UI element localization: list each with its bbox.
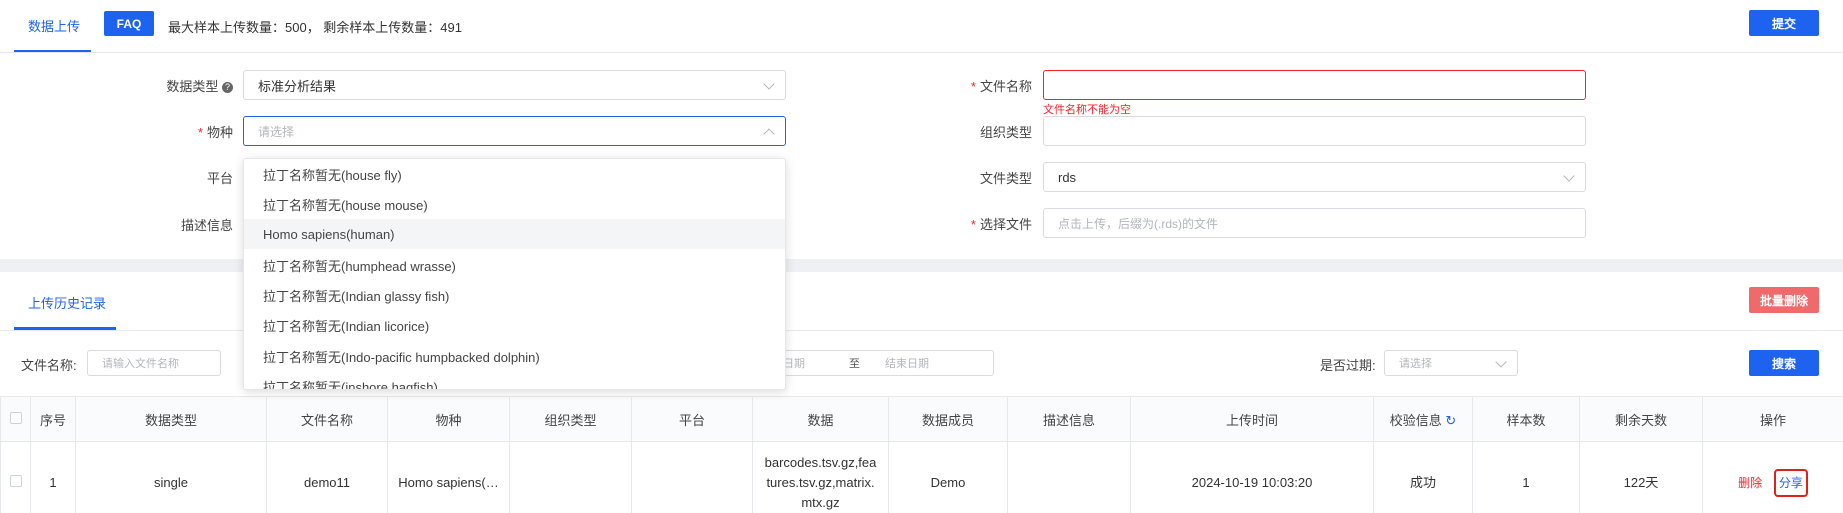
column-header: 上传时间 (1130, 396, 1374, 442)
chevron-down-icon (763, 78, 775, 90)
species-option-highlighted[interactable]: Homo sapiens(human) (244, 219, 785, 249)
species-label: * 物种 (197, 125, 233, 140)
species-option[interactable]: 拉丁名称暂无(house fly) (244, 159, 785, 189)
species-select[interactable]: 请选择 (243, 116, 786, 146)
column-header: 物种 (387, 396, 510, 442)
search-button[interactable]: 搜索 (1749, 350, 1819, 376)
cell-platform (631, 441, 753, 513)
chevron-down-icon (1563, 170, 1575, 182)
chevron-up-icon (763, 128, 775, 140)
column-header: 数据 (752, 396, 889, 442)
filter-file-name-input[interactable]: 请输入文件名称 (87, 350, 221, 376)
species-dropdown: 拉丁名称暂无(house fly) 拉丁名称暂无(house mouse) Ho… (243, 158, 786, 390)
date-separator: 至 (849, 358, 860, 370)
table-header-row: 序号 数据类型 文件名称 物种 组织类型 平台 数据 数据成员 描述信息 上传时… (0, 396, 1843, 442)
species-option[interactable]: 拉丁名称暂无(humphead wrasse) (244, 250, 785, 280)
filter-file-name-label: 文件名称: (21, 358, 77, 373)
row-checkbox[interactable] (9, 474, 22, 487)
cell-actions: 删除 分享 (1702, 441, 1843, 513)
cell-samples: 1 (1472, 441, 1580, 513)
species-option[interactable]: 拉丁名称暂无(Indian licorice) (244, 310, 785, 340)
column-header: 序号 (30, 396, 76, 442)
species-option[interactable]: 拉丁名称暂无(Indian glassy fish) (244, 280, 785, 310)
quota-text: 最大样本上传数量：500， 剩余样本上传数量：491 (168, 20, 462, 35)
page-root: 数据上传 FAQ 最大样本上传数量：500， 剩余样本上传数量：491 提交 数… (0, 0, 1843, 513)
end-date-placeholder[interactable]: 结束日期 (885, 355, 929, 371)
select-all-checkbox[interactable] (9, 411, 22, 424)
start-date-placeholder[interactable]: 日期 (783, 355, 849, 371)
species-option[interactable]: 拉丁名称暂无(inshore hagfish) (244, 371, 785, 390)
chevron-down-icon (1495, 356, 1507, 368)
column-header-check: 校验信息 ↻ (1373, 396, 1473, 442)
table-row: 1 single demo11 Homo sapiens(… barcodes.… (0, 441, 1843, 513)
faq-button[interactable]: FAQ (104, 11, 154, 36)
cell-species: Homo sapiens(… (387, 441, 510, 513)
file-name-input[interactable] (1043, 70, 1586, 100)
column-header: 文件名称 (266, 396, 388, 442)
cell-file-name: demo11 (266, 441, 388, 513)
filter-expired-select[interactable]: 请选择 (1384, 350, 1518, 376)
cell-data-type: single (75, 441, 267, 513)
cell-tissue-type (509, 441, 632, 513)
filter-expired-label: 是否过期: (1320, 358, 1376, 373)
platform-label: 平台 (206, 171, 233, 186)
column-header: 数据类型 (75, 396, 267, 442)
select-all-checkbox-cell (0, 396, 31, 442)
data-type-label: 数据类型 ? (150, 76, 233, 95)
column-header: 数据成员 (888, 396, 1008, 442)
row-checkbox-cell (0, 441, 31, 513)
cell-upload-time: 2024-10-19 10:03:20 (1130, 441, 1374, 513)
refresh-icon[interactable]: ↻ (1445, 413, 1456, 428)
file-name-error: 文件名称不能为空 (1043, 104, 1131, 116)
cell-data: barcodes.tsv.gz,features.tsv.gz,matrix.m… (752, 441, 889, 513)
cell-days-left: 122天 (1579, 441, 1703, 513)
column-header: 剩余天数 (1579, 396, 1703, 442)
column-header: 操作 (1702, 396, 1843, 442)
date-range-picker[interactable]: 日期 至 结束日期 (770, 350, 994, 376)
file-type-label: 文件类型 (979, 171, 1032, 186)
batch-delete-button[interactable]: 批量删除 (1749, 287, 1819, 313)
tissue-type-label: 组织类型 (979, 125, 1032, 140)
history-table: 序号 数据类型 文件名称 物种 组织类型 平台 数据 数据成员 描述信息 上传时… (0, 396, 1843, 513)
cell-description (1007, 441, 1131, 513)
species-option[interactable]: 拉丁名称暂无(Indo-pacific humpbacked dolphin) (244, 341, 785, 371)
cell-member: Demo (888, 441, 1008, 513)
delete-link[interactable]: 删除 (1738, 476, 1762, 490)
description-label: 描述信息 (180, 218, 233, 233)
header-divider (0, 52, 1843, 53)
share-link[interactable]: 分享 (1773, 468, 1808, 497)
tab-data-upload[interactable]: 数据上传 (28, 16, 80, 35)
submit-button[interactable]: 提交 (1749, 10, 1819, 36)
tab-upload-history[interactable]: 上传历史记录 (28, 293, 106, 312)
column-header: 组织类型 (509, 396, 632, 442)
column-header: 描述信息 (1007, 396, 1131, 442)
cell-index: 1 (30, 441, 76, 513)
select-file-input[interactable]: 点击上传，后缀为(.rds)的文件 (1043, 208, 1586, 238)
file-type-select[interactable]: rds (1043, 162, 1586, 192)
species-option[interactable]: 拉丁名称暂无(house mouse) (244, 189, 785, 219)
tissue-type-input[interactable] (1043, 116, 1586, 146)
data-type-select[interactable]: 标准分析结果 (243, 70, 786, 100)
question-circle-icon[interactable]: ? (222, 82, 233, 93)
column-header: 平台 (631, 396, 753, 442)
file-name-label: * 文件名称 (970, 79, 1032, 94)
select-file-label: * 选择文件 (970, 217, 1032, 232)
cell-check-status: 成功 (1373, 441, 1473, 513)
column-header: 样本数 (1472, 396, 1580, 442)
